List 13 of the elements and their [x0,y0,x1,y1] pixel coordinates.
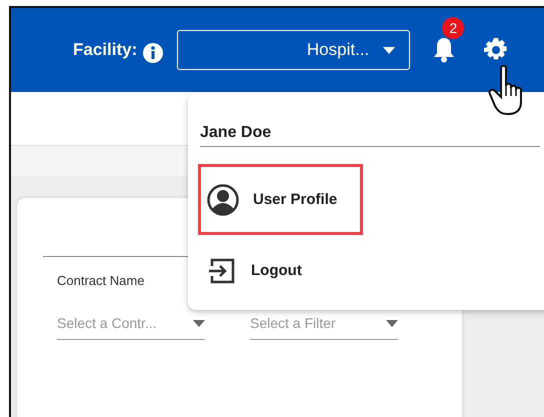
caret-icon [386,320,398,326]
facility-label: Facility: [73,40,138,60]
menu-item[interactable]: User Profile [198,164,363,235]
bell-icon[interactable] [432,37,456,63]
user-name: Jane Doe [200,124,272,142]
contract-name-label: Contract Name [57,273,144,288]
menu-item[interactable]: Logout [198,235,363,306]
info-icon[interactable] [143,43,164,63]
caret-icon [193,320,205,326]
user-avatar-icon [207,184,239,216]
facility-select[interactable]: Hospit... [177,30,410,70]
notification-count: 2 [442,17,464,39]
caret-icon [383,46,396,54]
